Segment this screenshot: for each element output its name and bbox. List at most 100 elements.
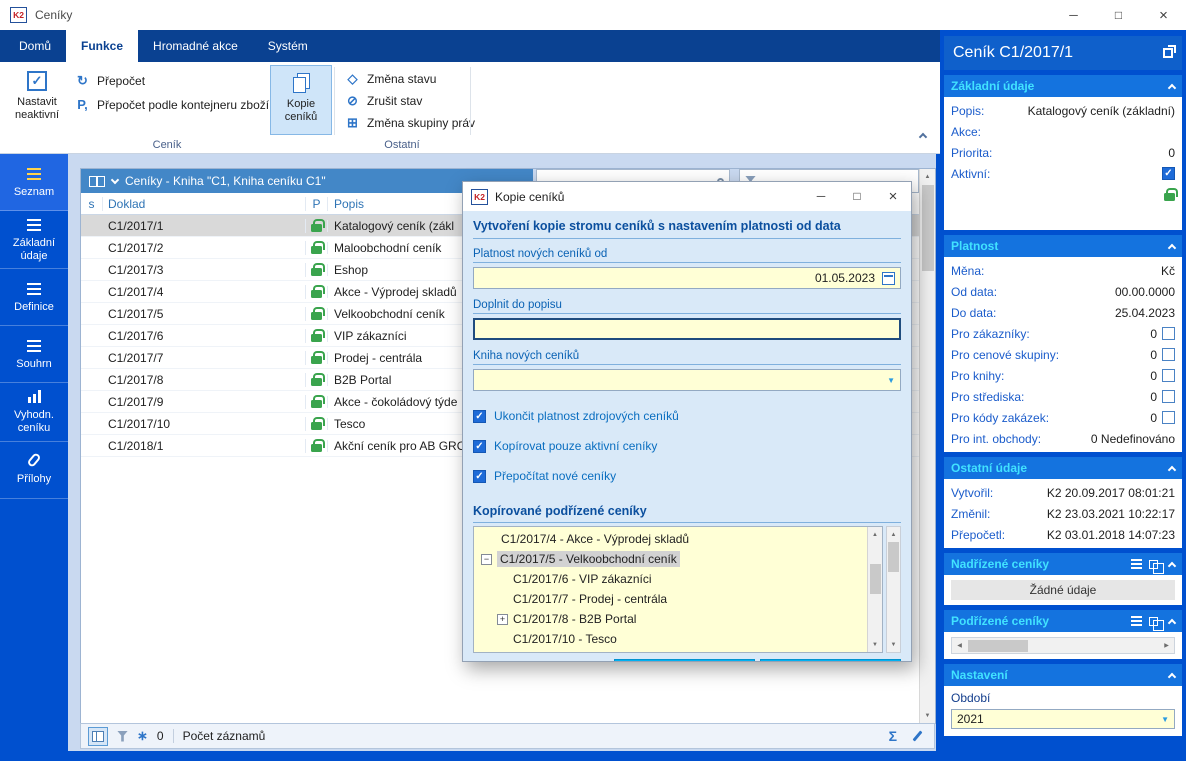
checkbox[interactable]	[473, 470, 486, 483]
maximize-button[interactable]: □	[1096, 0, 1141, 30]
checkbox[interactable]	[1162, 390, 1175, 403]
collapse-icon	[1168, 244, 1176, 252]
scroll-down-icon[interactable]: ▼	[920, 708, 935, 723]
refresh-count-icon[interactable]: ∗	[137, 728, 148, 744]
ok-button[interactable]: OK	[614, 659, 755, 661]
scrollbar-thumb[interactable]	[888, 542, 899, 572]
lock-icon	[1164, 193, 1175, 201]
status-bar: ∗ 0 Počet záznamů Σ	[80, 723, 935, 749]
section-header[interactable]: Podřízené ceníky	[944, 610, 1182, 632]
scroll-left-icon[interactable]: ◀	[952, 638, 967, 653]
horizontal-scrollbar[interactable]: ◀ ▶	[951, 637, 1175, 654]
dropdown-icon: ▼	[1161, 715, 1169, 724]
collapse-icon	[1168, 84, 1176, 92]
book-icon	[89, 176, 105, 187]
tree-item[interactable]: +C1/2017/8 - B2B Portal	[474, 609, 867, 629]
section-header[interactable]: Nadřízené ceníky	[944, 553, 1182, 575]
change-rights-group-button[interactable]: ⊞ Změna skupiny práv	[340, 112, 479, 133]
scroll-up-icon[interactable]: ▲	[920, 169, 935, 184]
dialog-minimize-button[interactable]: ─	[803, 182, 839, 210]
section-header[interactable]: Ostatní údaje	[944, 457, 1182, 479]
scroll-down-icon[interactable]: ▼	[887, 637, 900, 652]
column-header-doklad[interactable]: Doklad	[103, 197, 306, 211]
sidebar-item-souhrn[interactable]: Souhrn	[0, 326, 68, 383]
minimize-button[interactable]: ─	[1051, 0, 1096, 30]
sidebar-item-prilohy[interactable]: Přílohy	[0, 442, 68, 499]
group-separator	[470, 67, 471, 135]
recalculate-new-checkbox-row[interactable]: Přepočítat nové ceníky	[473, 469, 901, 483]
lock-icon	[311, 400, 322, 408]
filter-settings-button[interactable]	[117, 731, 128, 742]
record-count-label[interactable]: Počet záznamů	[183, 729, 266, 743]
section-header[interactable]: Základní údaje	[944, 75, 1182, 97]
section-zakladni-udaje: Základní údaje Popis:Katalogový ceník (z…	[944, 75, 1182, 230]
collapse-expander-icon[interactable]: −	[481, 554, 492, 565]
validity-date-input[interactable]: 01.05.2023	[473, 267, 901, 289]
tab-funkce[interactable]: Funkce	[66, 30, 138, 62]
active-checkbox[interactable]	[1162, 167, 1175, 180]
checkbox[interactable]	[473, 440, 486, 453]
sidebar-item-vyhodnoceni-ceniku[interactable]: Vyhodn. ceníku	[0, 383, 68, 441]
section-header[interactable]: Nastavení	[944, 664, 1182, 686]
tab-system[interactable]: Systém	[253, 30, 323, 62]
scrollbar-thumb[interactable]	[968, 640, 1028, 652]
collapse-ribbon-button[interactable]	[920, 129, 926, 143]
column-header-p[interactable]: P	[306, 197, 328, 211]
recalculate-by-container-button[interactable]: P, Přepočet podle kontejneru zboží	[70, 94, 273, 115]
close-button[interactable]: ×	[1141, 0, 1186, 30]
tree-item[interactable]: C1/2017/6 - VIP zákazníci	[474, 569, 867, 589]
copy-active-only-checkbox-row[interactable]: Kopírovat pouze aktivní ceníky	[473, 439, 901, 453]
change-state-button[interactable]: ◇ Změna stavu	[340, 68, 440, 89]
tab-hromadne-akce[interactable]: Hromadné akce	[138, 30, 253, 62]
cancel-state-button[interactable]: ⊘ Zrušit stav	[340, 90, 426, 111]
tree-item[interactable]: C1/2017/10 - Tesco	[474, 629, 867, 649]
paperclip-icon	[30, 453, 38, 467]
cascade-icon[interactable]	[1149, 617, 1158, 626]
column-header-s[interactable]: s	[81, 197, 103, 211]
checkbox[interactable]	[1162, 369, 1175, 382]
sidebar-item-seznam[interactable]: Seznam	[0, 154, 68, 211]
checkbox[interactable]	[1162, 327, 1175, 340]
dialog-maximize-button[interactable]: □	[839, 182, 875, 210]
period-combo[interactable]: 2021 ▼	[951, 709, 1175, 729]
sum-icon[interactable]: Σ	[889, 728, 897, 744]
copy-pricelists-button[interactable]: Kopie ceníků	[270, 65, 332, 135]
sidebar-item-definice[interactable]: Definice	[0, 269, 68, 326]
scrollbar-thumb[interactable]	[870, 564, 881, 594]
list-icon[interactable]	[1131, 559, 1142, 569]
new-book-combo[interactable]: ▼	[473, 369, 901, 391]
checkbox[interactable]	[1162, 411, 1175, 424]
tree-item[interactable]: C1/2017/7 - Prodej - centrála	[474, 589, 867, 609]
expand-expander-icon[interactable]: +	[497, 614, 508, 625]
dialog-close-button[interactable]: ×	[875, 182, 911, 210]
checkbox[interactable]	[473, 410, 486, 423]
scroll-down-icon[interactable]: ▼	[868, 637, 882, 652]
panel-layout-button[interactable]	[88, 727, 108, 746]
scroll-up-icon[interactable]: ▲	[868, 527, 882, 542]
sidebar-item-zakladni-udaje[interactable]: Základní údaje	[0, 211, 68, 269]
cascade-icon[interactable]	[1149, 560, 1158, 569]
scroll-right-icon[interactable]: ▶	[1159, 638, 1174, 653]
recalculate-button[interactable]: ↻ Přepočet	[70, 70, 149, 91]
dialog-scrollbar[interactable]: ▲ ▼	[886, 526, 901, 653]
scroll-up-icon[interactable]: ▲	[887, 527, 900, 542]
storno-button[interactable]: Storno	[760, 659, 901, 661]
section-header[interactable]: Platnost	[944, 235, 1182, 257]
scrollbar-thumb[interactable]	[922, 185, 934, 271]
set-inactive-button[interactable]: Nastavit neaktivní	[6, 65, 68, 135]
tree-item[interactable]: C1/2017/4 - Akce - Výprodej skladů	[474, 529, 867, 549]
lock-icon	[311, 246, 322, 254]
collapse-icon	[1168, 673, 1176, 681]
end-validity-checkbox-row[interactable]: Ukončit platnost zdrojových ceníků	[473, 409, 901, 423]
edit-icon[interactable]	[911, 730, 923, 743]
checkbox[interactable]	[1162, 348, 1175, 361]
tree-item[interactable]: −C1/2017/5 - Velkoobchodní ceník	[474, 549, 867, 569]
tab-domu[interactable]: Domů	[4, 30, 66, 62]
calendar-icon[interactable]	[882, 272, 895, 285]
open-in-window-icon[interactable]	[1163, 48, 1173, 58]
list-icon[interactable]	[1131, 616, 1142, 626]
tree-scrollbar[interactable]: ▲ ▼	[867, 527, 882, 652]
vertical-scrollbar[interactable]: ▲ ▼	[919, 169, 935, 723]
window-titlebar: K2 Ceníky ─ □ ×	[0, 0, 1186, 30]
append-description-input[interactable]	[473, 318, 901, 340]
